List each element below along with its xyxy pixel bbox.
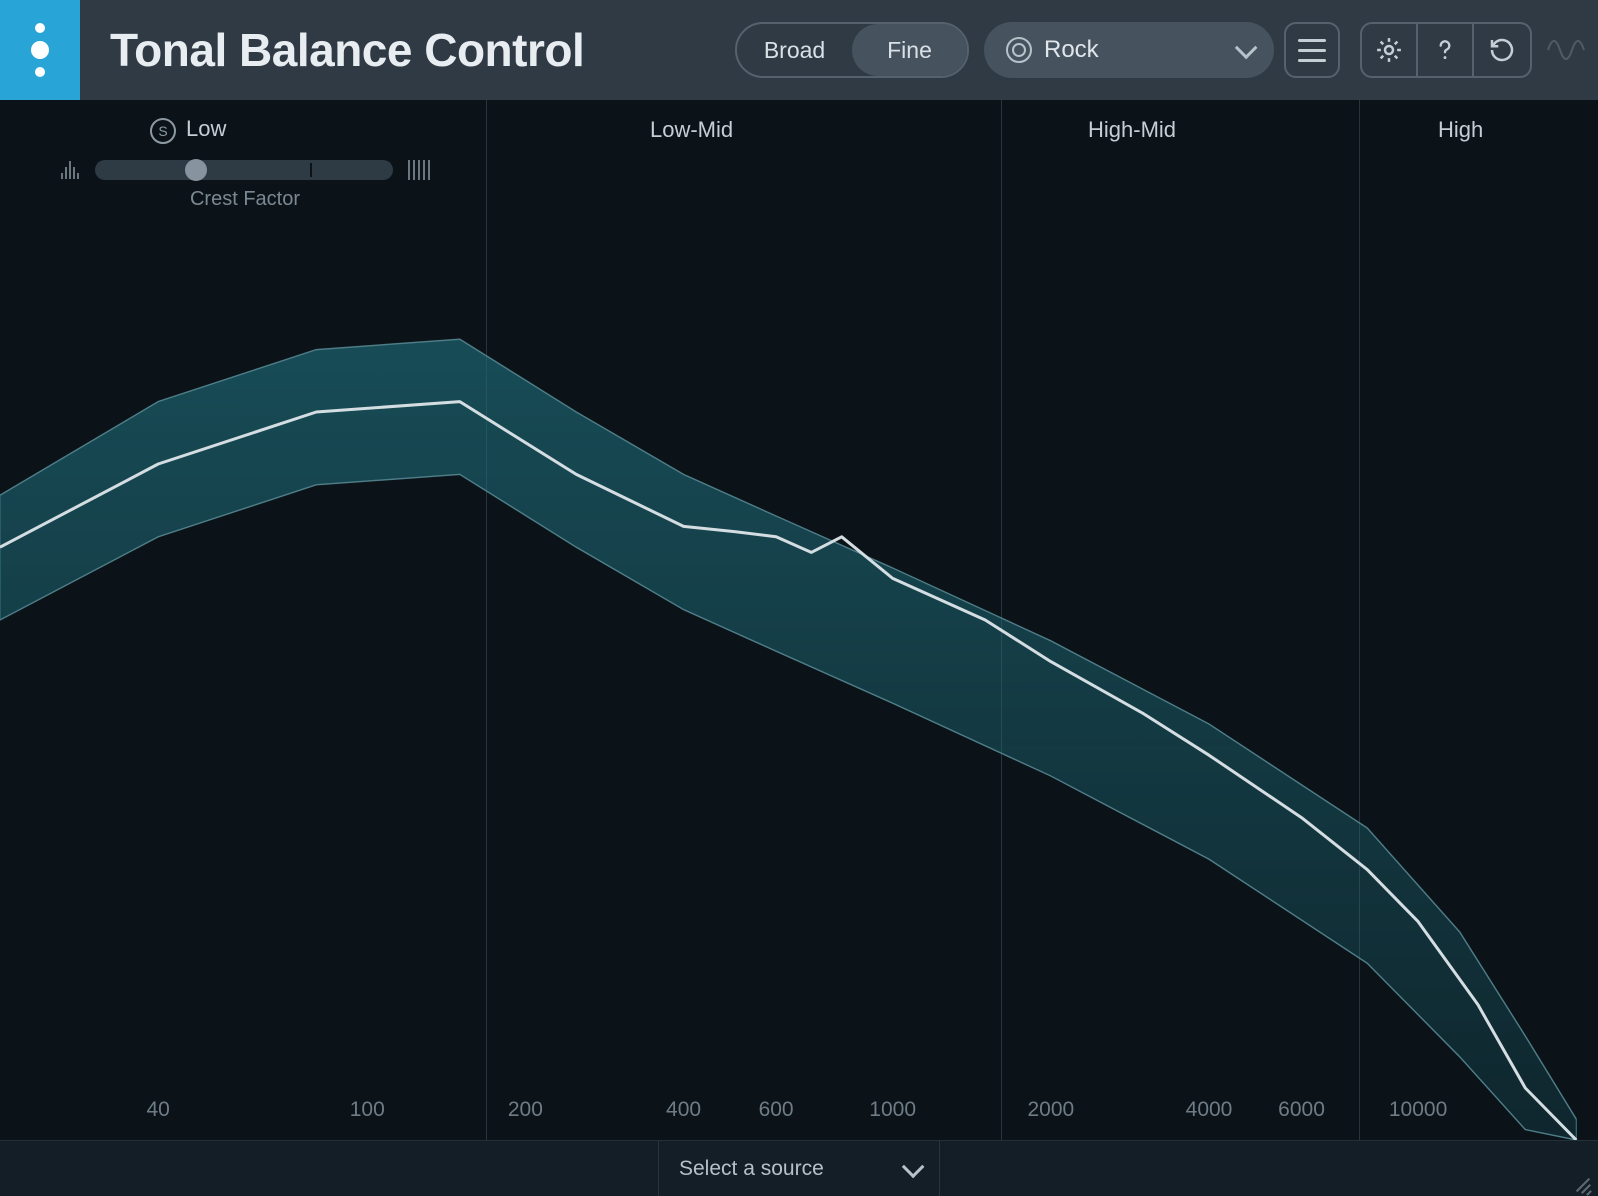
header: Tonal Balance Control Broad Fine Rock — [0, 0, 1598, 100]
source-label: Select a source — [679, 1157, 903, 1181]
source-selector[interactable]: Select a source — [659, 1141, 939, 1196]
question-icon — [1432, 35, 1458, 65]
utility-buttons — [1360, 22, 1532, 78]
reset-icon — [1487, 35, 1517, 65]
freq-tick: 100 — [350, 1098, 385, 1122]
chevron-down-icon — [1235, 37, 1258, 60]
frequency-axis: 40 100 200 400 600 1000 2000 4000 6000 10000 — [0, 1098, 1598, 1128]
freq-tick: 600 — [759, 1098, 794, 1122]
freq-tick: 400 — [666, 1098, 701, 1122]
freq-tick: 6000 — [1278, 1098, 1325, 1122]
freq-tick: 40 — [146, 1098, 169, 1122]
logo-badge[interactable] — [0, 0, 80, 100]
gear-icon — [1374, 35, 1404, 65]
resize-grip[interactable] — [1572, 1172, 1592, 1192]
view-mode-toggle: Broad Fine — [735, 22, 969, 78]
help-button[interactable] — [1418, 24, 1474, 76]
freq-tick: 10000 — [1389, 1098, 1447, 1122]
preset-name: Rock — [1044, 36, 1236, 64]
view-broad-button[interactable]: Broad — [737, 24, 852, 76]
freq-tick: 4000 — [1186, 1098, 1233, 1122]
preset-menu-button[interactable] — [1284, 22, 1340, 78]
wave-icon — [1546, 30, 1586, 70]
settings-button[interactable] — [1362, 24, 1418, 76]
app-title: Tonal Balance Control — [110, 23, 584, 77]
freq-tick: 2000 — [1027, 1098, 1074, 1122]
logo-dot — [35, 23, 45, 33]
view-fine-button[interactable]: Fine — [852, 24, 967, 76]
reset-button[interactable] — [1474, 24, 1530, 76]
freq-tick: 200 — [508, 1098, 543, 1122]
target-icon — [1006, 37, 1032, 63]
spectrum-display[interactable] — [0, 100, 1598, 1140]
chevron-down-icon — [902, 1155, 925, 1178]
logo-dot — [35, 67, 45, 77]
preset-selector[interactable]: Rock — [984, 22, 1274, 78]
footer: Select a source — [0, 1140, 1598, 1196]
logo-dot — [31, 41, 49, 59]
freq-tick: 1000 — [869, 1098, 916, 1122]
